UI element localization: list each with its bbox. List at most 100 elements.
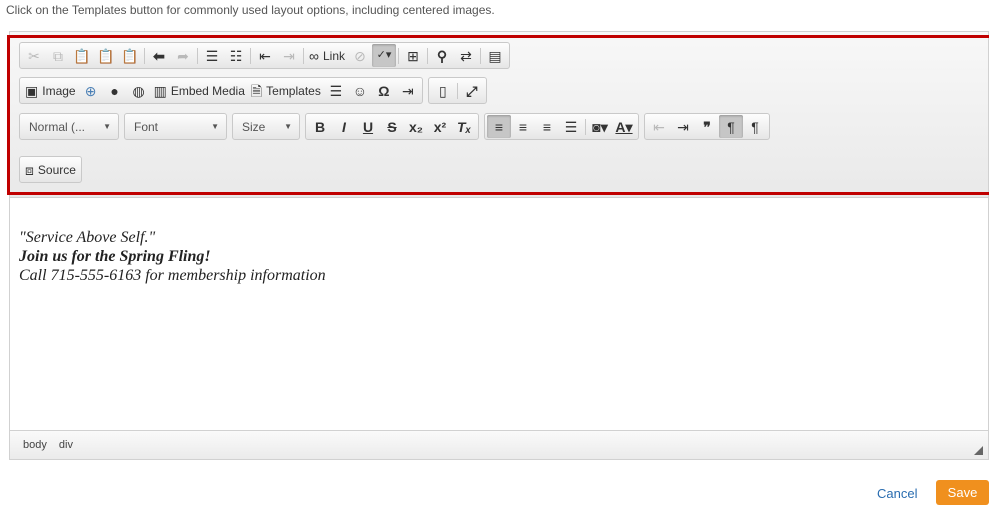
paste-text-button[interactable]: 📋 [94,44,118,67]
instruction-text: Click on the Templates button for common… [6,3,495,17]
size-select[interactable]: Size ▼ [232,113,300,140]
strikethrough-icon: S [387,118,397,135]
special-char-button[interactable]: Ω [372,79,396,102]
templates-button[interactable]: 🗎 Templates [248,79,324,102]
toolbar-row-4: ⧈ Source [19,156,87,183]
text-style-group: B I U S x₂ x² Tₓ [305,113,479,140]
path-item-body[interactable]: body [23,439,47,451]
bulleted-list-button[interactable]: ☷ [224,44,248,67]
format-select[interactable]: Normal (... ▼ [19,113,119,140]
indent-button[interactable]: ⇥ [277,44,301,67]
ltr-button[interactable]: ¶ [719,115,743,138]
path-item-div[interactable]: div [59,439,73,451]
increase-indent-button[interactable]: ⇥ [671,115,695,138]
paste-word-icon: 📋 [121,47,139,64]
decrease-indent-icon: ⇤ [653,118,665,135]
underline-button[interactable]: U [356,115,380,138]
find-button[interactable]: ⚲ [430,44,454,67]
chevron-down-icon: ▼ [284,122,292,131]
outdent-button[interactable]: ⇤ [253,44,277,67]
text-color-icon: A▾ [615,118,633,135]
maximize-icon: ⤢ [466,82,478,99]
blockquote-icon: ❞ [703,118,711,135]
chevron-down-icon: ▼ [103,122,111,131]
text-color-button[interactable]: A▾ [612,115,636,138]
strikethrough-button[interactable]: S [380,115,404,138]
image-icon: ▣ [25,82,39,99]
document-icon: 🗎 [250,82,263,99]
image-button[interactable]: ▣ Image [22,79,79,102]
redo-button[interactable]: ➦ [171,44,195,67]
save-button[interactable]: Save [936,480,989,505]
bold-button[interactable]: B [308,115,332,138]
resize-handle-icon[interactable] [974,446,983,455]
subscript-button[interactable]: x₂ [404,115,428,138]
horizontal-rule-button[interactable]: ☰ [324,79,348,102]
smiley-button[interactable]: ☺ [348,79,372,102]
decrease-indent-button[interactable]: ⇤ [647,115,671,138]
view-group: ▯ ⤢ [427,77,487,104]
numbered-list-button[interactable]: ☰ [200,44,224,67]
omega-icon: Ω [378,82,390,99]
redo-icon: ➦ [177,47,189,64]
paste-word-button[interactable]: 📋 [118,44,142,67]
globe-icon: ◍ [132,82,145,99]
undo-button[interactable]: ⬅ [147,44,171,67]
cancel-button[interactable]: Cancel [877,486,917,501]
embed-media-button[interactable]: ▥ Embed Media [151,79,248,102]
remove-format-button[interactable]: Tₓ [452,115,476,138]
text-direction-rtl-icon: ¶ [751,118,759,135]
copy-button[interactable]: ⧉ [46,44,70,67]
italic-button[interactable]: I [332,115,356,138]
spellcheck-button[interactable]: ✓▾ [372,44,396,67]
source-icon: ⧈ [25,161,34,178]
align-left-icon: ≡ [494,118,504,135]
align-left-button[interactable]: ≡ [487,115,511,138]
replace-button[interactable]: ⇄ [454,44,478,67]
toolbar-row-3: Normal (... ▼ Font ▼ Size ▼ B I U S x₂ x² T… [19,113,775,140]
superscript-button[interactable]: x² [428,115,452,138]
paste-button[interactable]: 📋 [70,44,94,67]
chevron-down-icon: ▼ [211,122,219,131]
unlink-icon: ⊘ [354,47,366,64]
undo-icon: ⬅ [153,47,165,64]
show-blocks-icon: ▯ [438,82,447,99]
toolbar-row-1: ✂ ⧉ 📋 📋 📋 ⬅ ➦ ☰ ☷ ⇤ ⇥ ∞ Link ⊘ ✓▾ ⊞ ⚲ ⇄ … [19,42,515,69]
justify-button[interactable]: ☰ [559,115,583,138]
table-icon: ⊞ [407,47,419,64]
outdent-icon: ⇤ [259,47,271,64]
font-select[interactable]: Font ▼ [124,113,227,140]
smiley-icon: ☺ [352,82,367,99]
show-blocks-button[interactable]: ▯ [431,79,455,102]
unlink-button[interactable]: ⊘ [348,44,372,67]
toolbar-row-2: ▣ Image ⊕ ● ◍ ▥ Embed Media 🗎 Templates ☰ ☺… [19,77,492,104]
text-direction-ltr-icon: ¶ [727,118,735,135]
content-line-info: Call 715-555-6163 for membership informa… [19,267,326,284]
bg-color-button[interactable]: ◙▾ [588,115,612,138]
link-icon: ∞ [309,47,319,64]
scissors-icon: ✂ [28,47,40,64]
iframe-button[interactable]: ◍ [127,79,151,102]
film-icon: ▥ [153,82,167,99]
blockquote-button[interactable]: ❞ [695,115,719,138]
editor-content[interactable]: "Service Above Self." Join us for the Sp… [19,228,326,285]
source-button[interactable]: ⧈ Source [22,158,79,181]
image-upload-button[interactable]: ⊕ [79,79,103,102]
horizontal-rule-icon: ☰ [329,82,343,99]
maximize-button[interactable]: ⤢ [460,79,484,102]
italic-icon: I [342,118,346,135]
align-center-button[interactable]: ≡ [511,115,535,138]
search-icon: ⚲ [436,47,448,64]
rtl-button[interactable]: ¶ [743,115,767,138]
page-break-insert-button[interactable]: ⇥ [396,79,420,102]
page-break-button[interactable]: ▤ [483,44,507,67]
align-right-icon: ≡ [542,118,552,135]
align-right-button[interactable]: ≡ [535,115,559,138]
flash-button[interactable]: ● [103,79,127,102]
cut-button[interactable]: ✂ [22,44,46,67]
table-button[interactable]: ⊞ [401,44,425,67]
bg-color-icon: ◙▾ [592,118,608,135]
insert-group: ▣ Image ⊕ ● ◍ ▥ Embed Media 🗎 Templates ☰ ☺… [19,77,423,104]
link-button[interactable]: ∞ Link [306,44,348,67]
editor-toolbar: ✂ ⧉ 📋 📋 📋 ⬅ ➦ ☰ ☷ ⇤ ⇥ ∞ Link ⊘ ✓▾ ⊞ ⚲ ⇄ … [7,32,989,198]
